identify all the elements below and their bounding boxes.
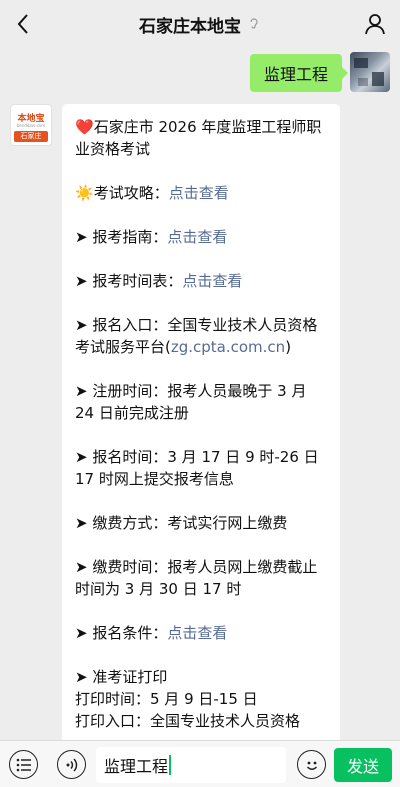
avatar-logo-url: bendibao.com (16, 123, 46, 128)
person-icon (365, 14, 385, 35)
back-button[interactable] (10, 10, 36, 38)
arrow-icon: ➤ (75, 448, 88, 466)
message-input[interactable]: 监理工程 (96, 747, 286, 783)
cpta-website-link[interactable]: zg.cpta.com.cn (171, 338, 285, 356)
exam-guide-link[interactable]: 点击查看 (169, 184, 229, 202)
emoji-button[interactable] (297, 750, 326, 779)
emoji-icon (306, 761, 317, 770)
list-item: ➤ 缴费时间：报考人员网上缴费截止时间为 3 月 30 日 17 时 (75, 558, 318, 598)
list-item: ➤ 报名入口：全国专业技术人员资格考试服务平台(zg.cpta.com.cn) (75, 316, 318, 356)
list-item: ➤ 准考证打印 (75, 668, 168, 686)
profile-button[interactable] (362, 10, 388, 38)
schedule-link[interactable]: 点击查看 (182, 272, 242, 290)
send-button[interactable]: 发送 (334, 748, 392, 782)
voice-button[interactable] (57, 750, 86, 779)
heart-icon: ❤️ (75, 118, 94, 136)
arrow-icon: ➤ (75, 558, 88, 576)
list-item: ➤ 报名条件：点击查看 (75, 624, 228, 642)
official-account-avatar[interactable]: 本地宝 bendibao.com 石家庄 (10, 104, 52, 146)
chat-title: 石家庄本地宝 (139, 16, 241, 37)
list-item: ➤ 注册时间：报考人员最晚于 3 月 24 日前完成注册 (75, 382, 307, 422)
chat-header: 石家庄本地宝 (0, 0, 400, 48)
registration-guide-link[interactable]: 点击查看 (167, 228, 227, 246)
list-item: ➤ 缴费方式：考试实行网上缴费 (75, 514, 288, 532)
arrow-icon: ➤ (75, 514, 88, 532)
arrow-icon: ➤ (75, 272, 88, 290)
list-icon (16, 758, 31, 771)
menu-button[interactable] (9, 750, 38, 779)
chevron-left-icon (17, 14, 28, 34)
arrow-icon: ➤ (75, 316, 88, 334)
ear-icon (250, 18, 258, 29)
print-entry-line: 打印入口：全国专业技术人员资格 (75, 712, 301, 730)
list-item: ➤ 报考时间表：点击查看 (75, 272, 243, 290)
text-caret (169, 755, 171, 775)
incoming-message: ❤️石家庄市 2026 年度监理工程师职业资格考试 ☀️考试攻略：点击查看 ➤ … (62, 104, 340, 744)
sun-icon: ☀️ (75, 184, 94, 202)
arrow-icon: ➤ (75, 382, 88, 400)
input-value: 监理工程 (104, 757, 169, 776)
list-item: ➤ 报考指南：点击查看 (75, 228, 228, 246)
arrow-icon: ➤ (75, 228, 88, 246)
user-avatar[interactable] (350, 52, 390, 92)
print-time-line: 打印时间：5 月 9 日-15 日 (75, 690, 258, 708)
list-item: ➤ 报名时间：3 月 17 日 9 时-26 日 17 时网上提交报考信息 (75, 448, 319, 488)
arrow-icon: ➤ (75, 624, 88, 642)
message-title: ❤️石家庄市 2026 年度监理工程师职业资格考试 (75, 118, 322, 158)
chat-title-wrap: 石家庄本地宝 (139, 12, 261, 37)
outgoing-message[interactable]: 监理工程 (249, 54, 349, 92)
avatar-city-label: 石家庄 (14, 131, 48, 142)
input-bar: 监理工程 发送 (0, 740, 400, 787)
arrow-icon: ➤ (75, 668, 88, 686)
voice-icon (66, 757, 77, 772)
list-item: ☀️考试攻略：点击查看 (75, 184, 229, 202)
eligibility-link[interactable]: 点击查看 (167, 624, 227, 642)
